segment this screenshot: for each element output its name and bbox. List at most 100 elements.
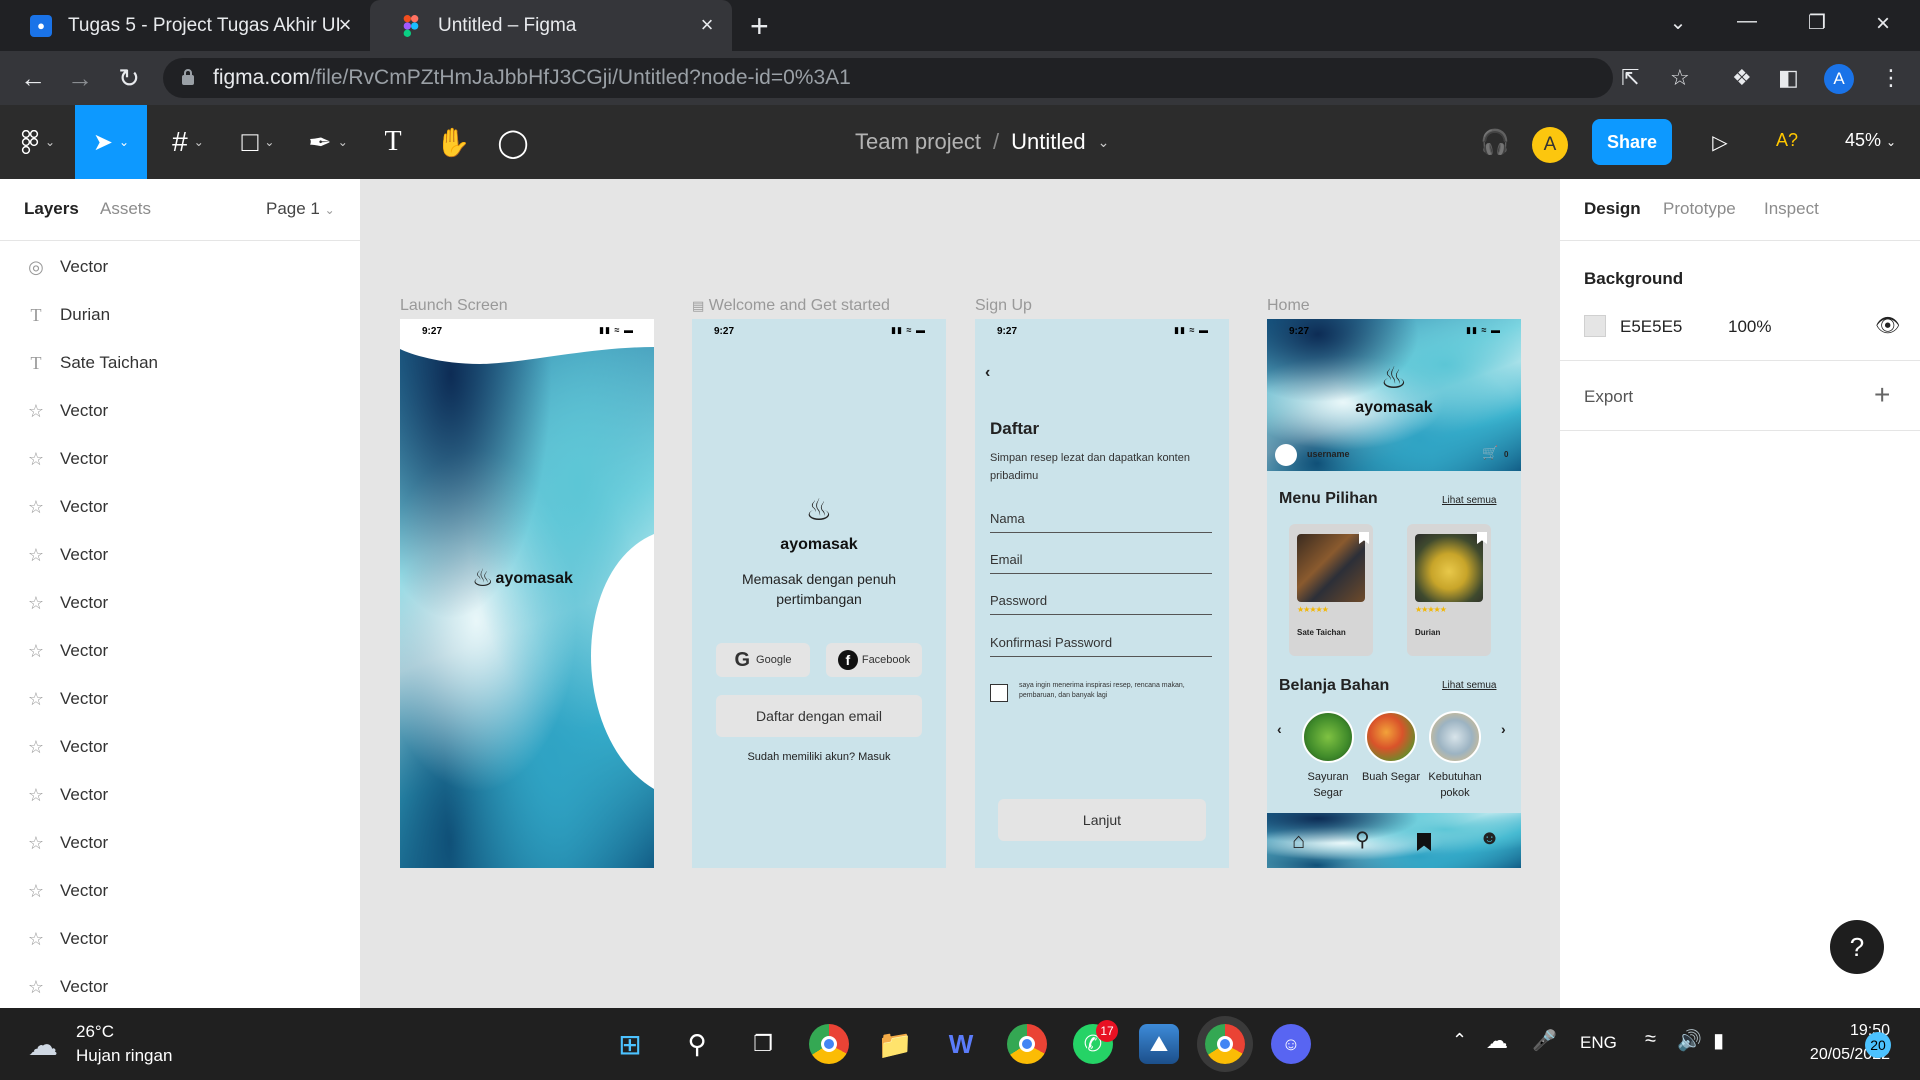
profile-icon[interactable]: ☻ [1479,827,1500,850]
close-icon[interactable]: × [334,14,356,36]
file-name[interactable]: Untitled [1011,129,1086,155]
help-button[interactable]: ? [1830,920,1884,974]
comment-tool-button[interactable]: ◯ [488,105,538,179]
present-play-icon[interactable]: ▷ [1700,105,1740,179]
see-all-menu-link[interactable]: Lihat semua [1442,495,1496,506]
layer-row[interactable]: ☆ Vector [0,483,360,531]
vegetables-image[interactable] [1302,711,1354,763]
discord-icon[interactable]: ☺ [1271,1024,1311,1064]
layer-row[interactable]: ☆ Vector [0,771,360,819]
tab-tugas[interactable]: ● Tugas 5 - Project Tugas Akhir UI × [0,0,370,51]
facebook-button[interactable]: f Facebook [826,643,922,677]
search-icon[interactable]: ⚲ [677,1024,717,1064]
close-window-icon[interactable]: × [1863,10,1903,38]
new-tab-button[interactable]: + [750,10,769,42]
file-breadcrumb[interactable]: Team project / Untitled ⌄ [855,105,1109,179]
forward-icon[interactable]: → [63,63,97,93]
email-field[interactable]: Email [990,552,1212,574]
frame-welcome[interactable]: 9:27 ▮▮ ≈ ▬ ♨ ayomasak Memasak dengan pe… [692,319,946,868]
file-explorer-icon[interactable]: 📁 [875,1024,915,1064]
close-icon[interactable]: × [696,14,718,36]
page-selector[interactable]: Page 1 ⌄ [266,199,335,219]
frame-label-home[interactable]: Home [1267,297,1310,315]
frame-label-launch[interactable]: Launch Screen [400,297,508,315]
weather-cloud-icon[interactable]: ☁ [28,1028,58,1063]
menu-dots-icon[interactable]: ⋮ [1880,65,1902,91]
zoom-level[interactable]: 45% ⌄ [1845,130,1896,151]
confirm-password-field[interactable]: Konfirmasi Password [990,635,1212,657]
chevron-down-icon[interactable]: ⌄ [1098,134,1110,151]
frame-label-welcome[interactable]: ▤ Welcome and Get started [692,297,890,315]
share-button[interactable]: Share [1592,119,1672,165]
layer-row[interactable]: T Durian [0,291,360,339]
tab-assets[interactable]: Assets [100,199,151,219]
user-avatar[interactable]: A [1532,127,1568,163]
chrome-active-icon[interactable] [1205,1024,1245,1064]
frame-label-signup[interactable]: Sign Up [975,297,1032,315]
menu-card-durian[interactable]: ★★★★★ Durian [1407,524,1491,656]
url-field[interactable]: figma.com/file/RvCmPZtHmJaJbbHfJ3CGji/Un… [163,58,1613,98]
volume-icon[interactable]: 🔊 [1677,1028,1702,1053]
tab-figma[interactable]: Untitled – Figma × [370,0,732,51]
side-panel-icon[interactable]: ◧ [1778,65,1799,91]
weather-description[interactable]: Hujan ringan [76,1046,172,1066]
bookmark-icon[interactable] [1417,833,1431,851]
staples-image[interactable] [1429,711,1481,763]
chrome-icon[interactable] [809,1024,849,1064]
see-all-shop-link[interactable]: Lihat semua [1442,680,1496,691]
eye-icon[interactable]: 👁 [1875,313,1900,338]
password-field[interactable]: Password [990,593,1212,615]
share-page-icon[interactable]: ⇱ [1621,65,1639,91]
layer-row[interactable]: ☆ Vector [0,963,360,1011]
audio-headphones-icon[interactable]: 🎧 [1475,105,1515,179]
fruits-image[interactable] [1365,711,1417,763]
layer-row[interactable]: ☆ Vector [0,675,360,723]
name-field[interactable]: Nama [990,511,1212,533]
frame-home[interactable]: 9:27 ▮▮ ≈ ▬ ♨ ayomasak username 🛒 0 Menu… [1267,319,1521,868]
pen-tool-button[interactable]: ✒ ⌄ [298,105,358,179]
extensions-icon[interactable]: ❖ [1732,65,1752,91]
layer-row[interactable]: ☆ Vector [0,387,360,435]
layer-row[interactable]: ☆ Vector [0,867,360,915]
tab-search-icon[interactable]: ⌄ [1658,10,1698,35]
language-indicator[interactable]: ENG [1580,1033,1617,1053]
login-link[interactable]: Sudah memiliki akun? Masuk [692,751,946,763]
chrome-profile-icon[interactable] [1007,1024,1047,1064]
webex-icon[interactable]: W [941,1024,981,1064]
next-button[interactable]: Lanjut [998,799,1206,841]
wifi-icon[interactable]: ≈ [1645,1028,1656,1051]
missing-fonts-indicator[interactable]: A? [1776,130,1798,151]
task-view-icon[interactable]: ❐ [743,1024,783,1064]
layer-row[interactable]: ☆ Vector [0,579,360,627]
tab-design[interactable]: Design [1584,199,1641,219]
chevron-right-icon[interactable]: › [1501,721,1506,737]
notification-count[interactable]: 20 [1865,1032,1891,1058]
consent-checkbox[interactable] [990,684,1008,702]
email-signup-button[interactable]: Daftar dengan email [716,695,922,737]
tab-prototype[interactable]: Prototype [1663,199,1736,219]
layer-row[interactable]: ☆ Vector [0,819,360,867]
cart-icon[interactable]: 🛒 [1482,445,1498,461]
home-icon[interactable]: ⌂ [1292,828,1305,854]
frame-tool-button[interactable]: # ⌄ [158,105,218,179]
restore-icon[interactable]: ❐ [1797,10,1837,35]
avatar[interactable] [1275,444,1297,466]
text-tool-button[interactable]: T [368,105,418,179]
layer-row[interactable]: ☆ Vector [0,915,360,963]
frame-launch-screen[interactable]: 9:27 ▮▮ ≈ ▬ ♨ ayomasak [400,319,654,868]
search-icon[interactable]: ⚲ [1355,827,1370,852]
battery-icon[interactable]: ▮ [1713,1028,1724,1053]
bg-opacity-value[interactable]: 100% [1728,317,1771,337]
layer-row[interactable]: ☆ Vector [0,531,360,579]
bg-hex-value[interactable]: E5E5E5 [1620,317,1682,337]
chevron-up-icon[interactable]: ⌃ [1452,1030,1467,1051]
microphone-icon[interactable]: 🎤 [1532,1028,1557,1053]
design-canvas[interactable]: Launch Screen 9:27 ▮▮ ≈ ▬ ♨ ayomasak ▤ W… [361,179,1559,1008]
move-tool-button[interactable]: ➤ ⌄ [75,105,147,179]
hand-tool-button[interactable]: ✋ [428,105,478,179]
photos-icon[interactable]: ⛰ [1139,1024,1179,1064]
google-button[interactable]: G Google [716,643,810,677]
reload-icon[interactable]: ↻ [112,63,146,93]
layer-row[interactable]: T Sate Taichan [0,339,360,387]
minimize-icon[interactable]: — [1727,10,1767,33]
